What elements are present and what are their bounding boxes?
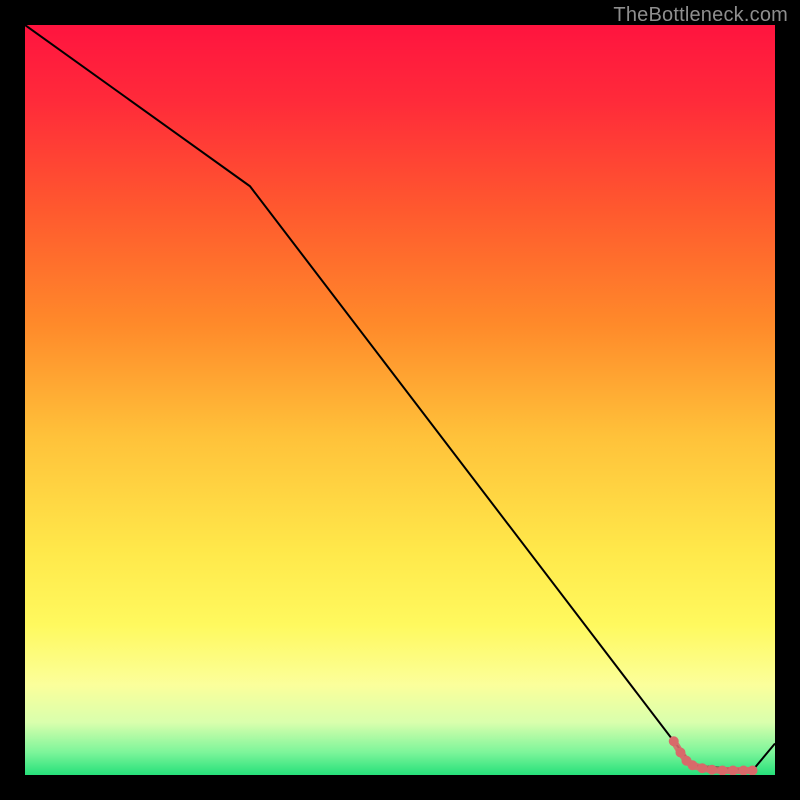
- marker-dot: [676, 748, 686, 758]
- branding-text: TheBottleneck.com: [613, 4, 788, 27]
- chart-frame: TheBottleneck.com: [0, 0, 800, 800]
- chart-svg: [25, 25, 775, 775]
- chart-plot: [25, 25, 775, 775]
- marker-dot: [669, 736, 679, 746]
- marker-dot: [697, 763, 707, 773]
- gradient-background: [25, 25, 775, 775]
- marker-dot: [707, 765, 717, 775]
- marker-dot: [688, 760, 698, 770]
